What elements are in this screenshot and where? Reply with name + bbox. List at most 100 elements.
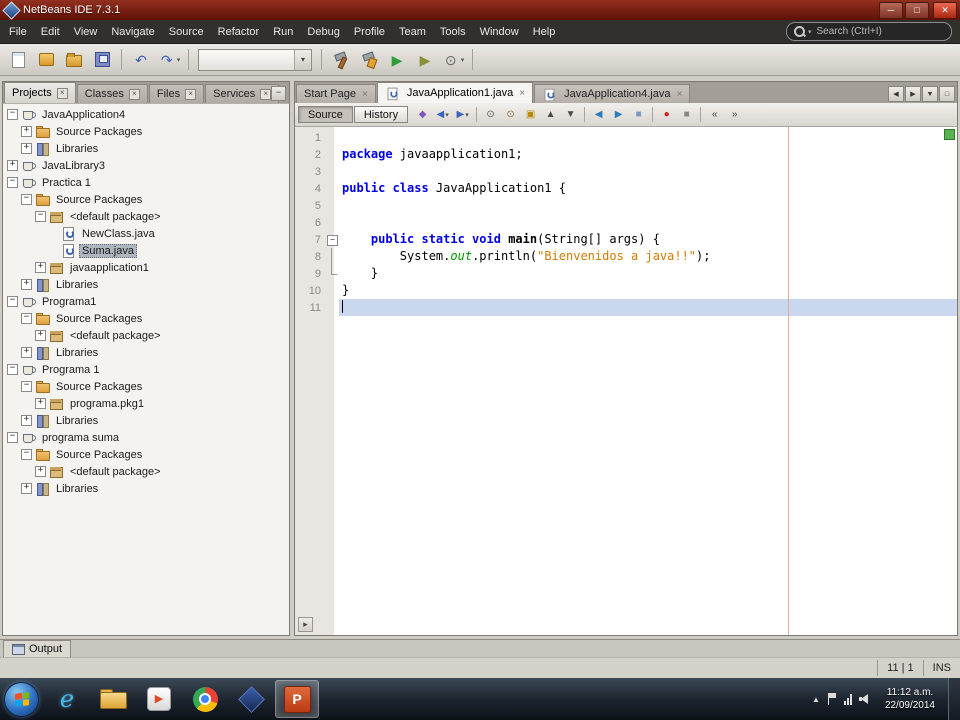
redo-button[interactable]: ↷ ▾ bbox=[156, 47, 182, 72]
taskbar-internet-explorer[interactable]: e bbox=[45, 680, 89, 718]
tree-node-programa-suma[interactable]: − programa suma bbox=[3, 429, 289, 446]
expand-navigator-button[interactable] bbox=[298, 617, 313, 632]
tree-node-source-packages[interactable]: − Source Packages bbox=[3, 310, 289, 327]
history-view-button[interactable]: History bbox=[353, 106, 409, 123]
scroll-tabs-left-button[interactable]: ◀ bbox=[888, 86, 904, 102]
show-desktop-button[interactable] bbox=[948, 678, 960, 720]
code-line[interactable]: 6 bbox=[295, 214, 957, 231]
tree-node-source-packages[interactable]: − Source Packages bbox=[3, 446, 289, 463]
output-tab[interactable]: Output bbox=[3, 640, 72, 657]
code-line[interactable]: 5 bbox=[295, 197, 957, 214]
collapse-toggle-icon[interactable]: − bbox=[7, 432, 18, 443]
menu-window[interactable]: Window bbox=[473, 22, 526, 42]
taskbar-chrome[interactable] bbox=[183, 680, 227, 718]
volume-icon[interactable] bbox=[858, 693, 872, 705]
collapse-toggle-icon[interactable]: − bbox=[7, 296, 18, 307]
close-icon[interactable]: × bbox=[362, 89, 368, 100]
tree-node-source-packages[interactable]: + Source Packages bbox=[3, 123, 289, 140]
code-line[interactable]: 8 System.out.println("Bienvenidos a java… bbox=[295, 248, 957, 265]
toggle-highlight-button[interactable]: ▣ bbox=[521, 106, 540, 124]
menu-profile[interactable]: Profile bbox=[347, 22, 392, 42]
tree-node-javaapplication4[interactable]: − JavaApplication4 bbox=[3, 106, 289, 123]
tree-node-default-package[interactable]: + <default package> bbox=[3, 463, 289, 480]
shift-line-left-button[interactable]: « bbox=[705, 106, 724, 124]
new-file-button[interactable] bbox=[5, 47, 31, 72]
expand-toggle-icon[interactable]: + bbox=[21, 347, 32, 358]
tree-node-newclass-java[interactable]: NewClass.java bbox=[3, 225, 289, 242]
search-input[interactable] bbox=[814, 25, 944, 38]
tree-node-default-package[interactable]: + <default package> bbox=[3, 327, 289, 344]
next-occurrence-button[interactable]: ▼ bbox=[561, 106, 580, 124]
action-center-icon[interactable] bbox=[827, 693, 837, 705]
clock[interactable]: 11:12 a.m. 22/09/2014 bbox=[879, 686, 941, 712]
tree-node-javalibrary3[interactable]: + JavaLibrary3 bbox=[3, 157, 289, 174]
quick-search[interactable]: ▾ bbox=[786, 22, 952, 41]
run-project-button[interactable]: ▶ bbox=[384, 47, 410, 72]
code-line[interactable]: 9 } bbox=[295, 265, 957, 282]
back-button[interactable]: ◀ ▾ bbox=[433, 106, 452, 124]
collapse-toggle-icon[interactable]: − bbox=[21, 449, 32, 460]
close-button[interactable]: ✕ bbox=[933, 1, 957, 19]
build-project-button[interactable] bbox=[328, 47, 354, 72]
close-icon[interactable]: × bbox=[128, 88, 140, 100]
code-line[interactable]: 2 package javaapplication1; bbox=[295, 146, 957, 163]
panel-tab-files[interactable]: Files × bbox=[148, 84, 205, 103]
close-icon[interactable]: × bbox=[519, 88, 525, 99]
start-macro-recording-button[interactable]: ● bbox=[657, 106, 676, 124]
collapse-toggle-icon[interactable]: − bbox=[7, 109, 18, 120]
expand-toggle-icon[interactable]: + bbox=[21, 415, 32, 426]
code-line[interactable]: 1 bbox=[295, 129, 957, 146]
panel-tab-classes[interactable]: Classes × bbox=[76, 84, 148, 103]
expand-toggle-icon[interactable]: + bbox=[35, 398, 46, 409]
code-line[interactable]: 7− public static void main(String[] args… bbox=[295, 231, 957, 248]
maximize-button[interactable]: □ bbox=[905, 1, 929, 19]
collapse-toggle-icon[interactable]: − bbox=[35, 211, 46, 222]
collapse-toggle-icon[interactable]: − bbox=[7, 364, 18, 375]
collapse-toggle-icon[interactable]: − bbox=[7, 177, 18, 188]
menu-refactor[interactable]: Refactor bbox=[211, 22, 267, 42]
clean-build-project-button[interactable] bbox=[356, 47, 382, 72]
tree-node-programa-1[interactable]: − Programa 1 bbox=[3, 361, 289, 378]
menu-file[interactable]: File bbox=[2, 22, 34, 42]
collapse-toggle-icon[interactable]: − bbox=[21, 381, 32, 392]
minimize-panel-button[interactable]: − bbox=[271, 86, 286, 101]
close-icon[interactable]: × bbox=[260, 88, 272, 100]
find-selection-button[interactable]: ⊙ bbox=[481, 106, 500, 124]
editor-tab-start-page[interactable]: Start Page × bbox=[296, 84, 376, 103]
next-bookmark-button[interactable]: ▶ bbox=[609, 106, 628, 124]
editor-body[interactable]: 1 2 package javaapplication1; 3 4 public clas… bbox=[294, 127, 958, 636]
expand-toggle-icon[interactable]: + bbox=[21, 483, 32, 494]
editor-tab-javaapplication1-java[interactable]: JavaApplication1.java × bbox=[376, 82, 534, 103]
collapse-toggle-icon[interactable]: − bbox=[21, 194, 32, 205]
editor-tab-javaapplication4-java[interactable]: JavaApplication4.java × bbox=[534, 84, 691, 103]
code-line[interactable]: 3 bbox=[295, 163, 957, 180]
find-occurrences-button[interactable]: ⊙ bbox=[501, 106, 520, 124]
maximize-window-button[interactable]: □ bbox=[939, 86, 955, 102]
menu-navigate[interactable]: Navigate bbox=[104, 22, 161, 42]
configuration-select[interactable]: ▾ bbox=[198, 48, 312, 71]
close-icon[interactable]: × bbox=[676, 89, 682, 100]
tree-node-practica-1[interactable]: − Practica 1 bbox=[3, 174, 289, 191]
collapse-fold-icon[interactable]: − bbox=[327, 235, 338, 246]
menu-view[interactable]: View bbox=[67, 22, 105, 42]
minimize-button[interactable]: ─ bbox=[879, 1, 903, 19]
debug-project-button[interactable]: ▶ bbox=[412, 47, 438, 72]
stop-macro-recording-button[interactable]: ■ bbox=[677, 106, 696, 124]
save-all-button[interactable] bbox=[89, 47, 115, 72]
previous-occurrence-button[interactable]: ▲ bbox=[541, 106, 560, 124]
collapse-toggle-icon[interactable]: − bbox=[21, 313, 32, 324]
close-icon[interactable]: × bbox=[185, 88, 197, 100]
panel-tab-services[interactable]: Services × bbox=[205, 84, 280, 103]
scroll-tabs-right-button[interactable]: ▶ bbox=[905, 86, 921, 102]
tree-node-source-packages[interactable]: − Source Packages bbox=[3, 378, 289, 395]
new-project-button[interactable] bbox=[33, 47, 59, 72]
forward-button[interactable]: ▶ ▾ bbox=[453, 106, 472, 124]
tree-node-libraries[interactable]: + Libraries bbox=[3, 480, 289, 497]
shift-line-right-button[interactable]: » bbox=[725, 106, 744, 124]
code-area[interactable]: 1 2 package javaapplication1; 3 4 public clas… bbox=[295, 129, 957, 316]
expand-toggle-icon[interactable]: + bbox=[35, 262, 46, 273]
tree-node-libraries[interactable]: + Libraries bbox=[3, 276, 289, 293]
previous-bookmark-button[interactable]: ◀ bbox=[589, 106, 608, 124]
tree-node-default-package[interactable]: − <default package> bbox=[3, 208, 289, 225]
close-icon[interactable]: × bbox=[56, 87, 68, 99]
